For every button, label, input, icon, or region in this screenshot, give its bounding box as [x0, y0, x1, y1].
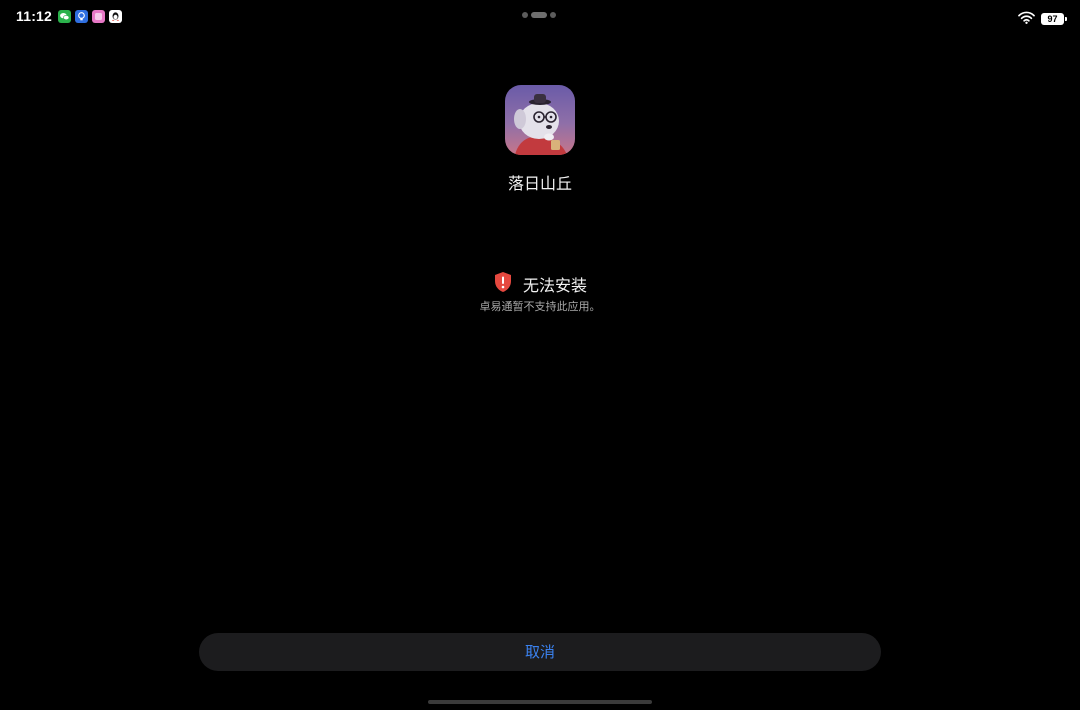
status-left: 11:12 [16, 8, 123, 24]
home-indicator[interactable] [428, 700, 652, 704]
multi-window-dot [550, 12, 556, 18]
error-description: 卓易通暂不支持此应用。 [479, 300, 601, 313]
wechat-icon [58, 9, 72, 23]
app-name: 落日山丘 [507, 174, 572, 193]
app-icon [505, 85, 575, 155]
error-header: 无法安装 [0, 271, 1080, 297]
battery-indicator: 97 [1041, 12, 1067, 25]
shield-alert-icon [493, 271, 513, 297]
multi-window-handle[interactable] [522, 12, 556, 18]
pink-app-icon [92, 9, 106, 23]
bulb-app-icon [75, 9, 89, 23]
status-clock: 11:12 [16, 8, 53, 24]
status-bar: 11:12 97 [0, 0, 1080, 34]
error-title: 无法安装 [522, 276, 587, 295]
wifi-icon [1018, 9, 1035, 28]
multi-window-dot [522, 12, 528, 18]
status-right: 97 [1018, 9, 1067, 28]
qq-icon [109, 9, 123, 23]
multi-window-pill [531, 12, 547, 18]
cancel-button[interactable]: 取消 [199, 633, 881, 671]
